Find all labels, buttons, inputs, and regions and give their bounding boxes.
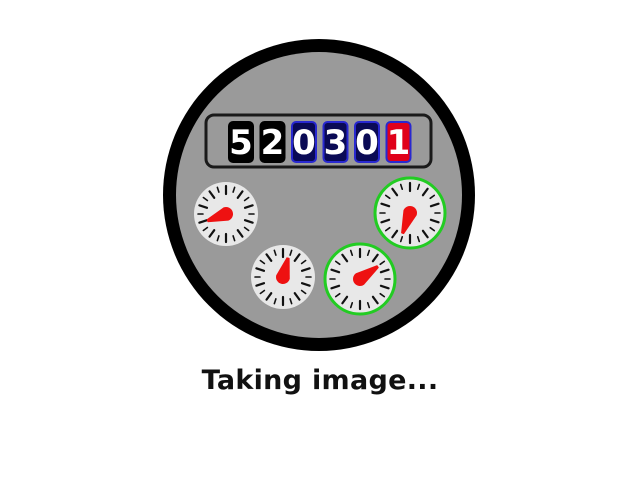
odometer-digit-value: 1 xyxy=(387,123,411,163)
odometer-digit-value: 5 xyxy=(229,123,253,163)
odometer-digit-value: 2 xyxy=(261,123,285,163)
status-text: Taking image... xyxy=(201,365,439,396)
odometer-digit: 0 xyxy=(291,121,317,163)
odometer-digit: 0 xyxy=(354,121,380,163)
odometer-digit: 2 xyxy=(259,121,286,163)
odometer-digit: 1 xyxy=(385,121,412,163)
dial-4 xyxy=(323,242,397,316)
odometer-digit: 5 xyxy=(228,121,254,163)
dial-2 xyxy=(251,245,315,309)
dial-1 xyxy=(194,182,258,246)
water-meter-icon: 520301 xyxy=(163,39,475,351)
odometer-digit: 3 xyxy=(322,121,349,163)
odometer-digit-value: 0 xyxy=(292,123,316,163)
dial-3 xyxy=(373,176,447,250)
odometer-digit-value: 0 xyxy=(355,123,379,163)
odometer: 520301 xyxy=(204,113,433,169)
odometer-digit-value: 3 xyxy=(324,123,348,163)
